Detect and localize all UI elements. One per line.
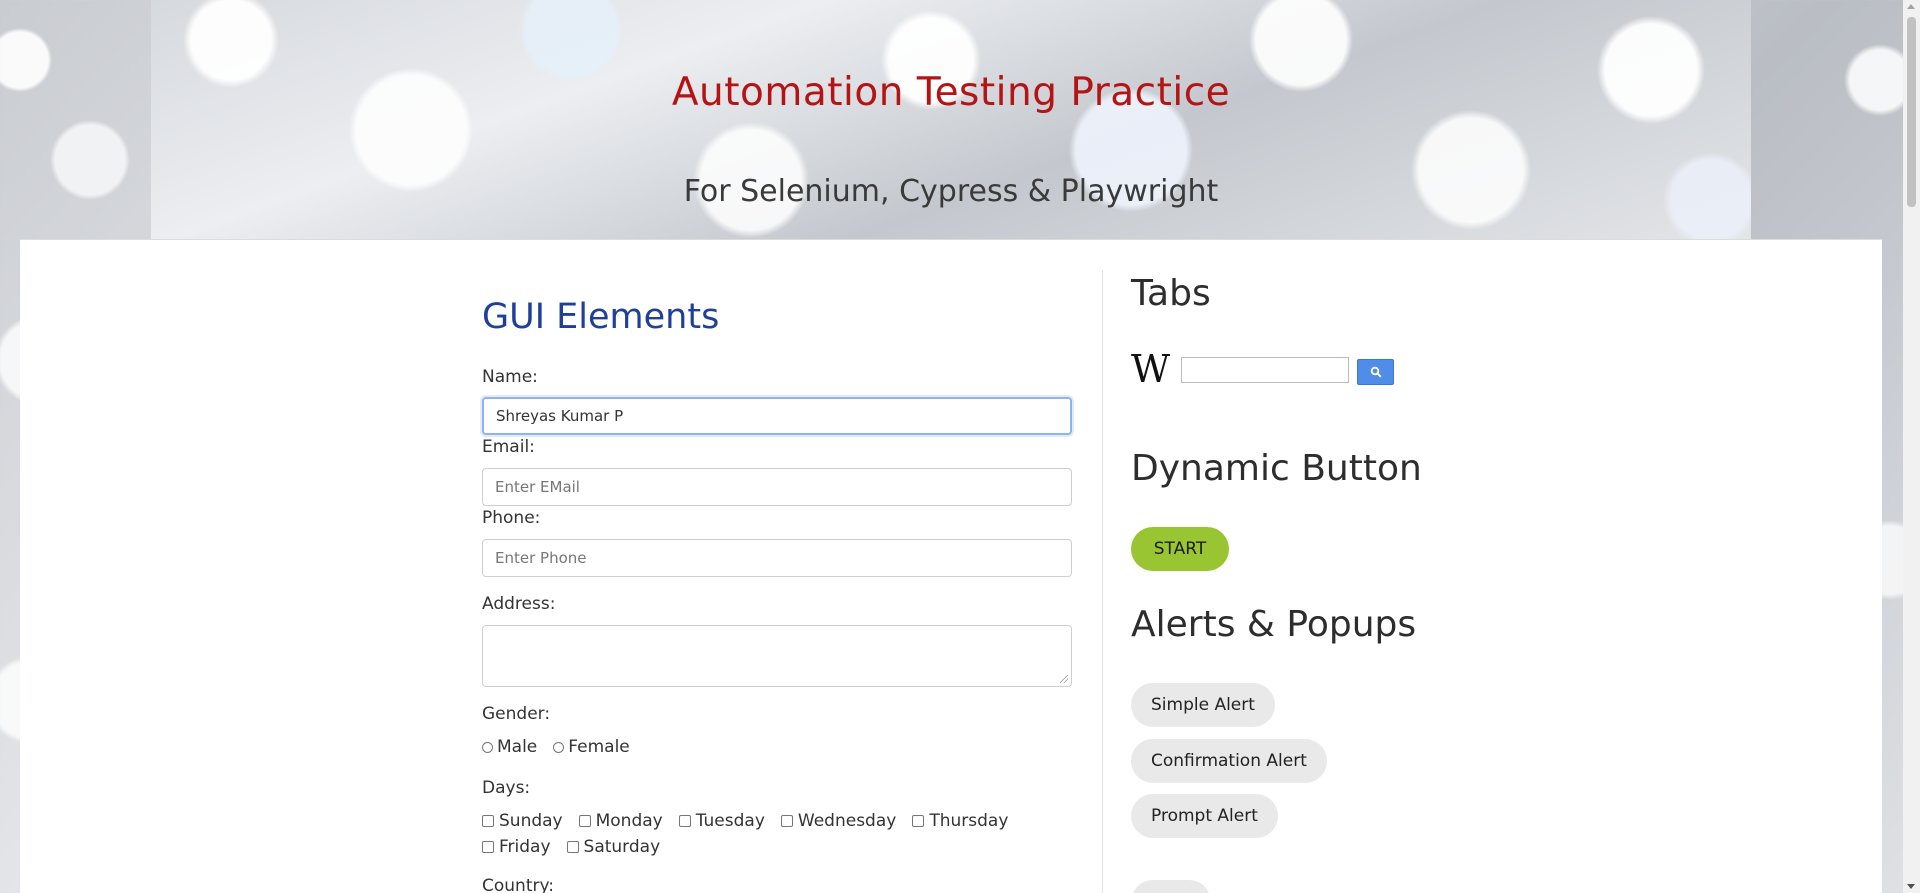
tabs-heading: Tabs [1131, 273, 1211, 314]
day-monday-option[interactable]: Monday [578, 811, 663, 831]
saturday-label: Saturday [583, 837, 661, 857]
name-input[interactable] [482, 397, 1072, 435]
prompt-alert-button[interactable]: Prompt Alert [1131, 794, 1278, 838]
monday-checkbox[interactable] [578, 815, 591, 827]
scroll-down-arrow-icon[interactable] [1907, 884, 1915, 889]
saturday-checkbox[interactable] [566, 841, 579, 853]
page-subtitle: For Selenium, Cypress & Playwright [683, 174, 1219, 209]
simple-alert-button[interactable]: Simple Alert [1131, 683, 1275, 727]
thursday-checkbox[interactable] [912, 815, 925, 827]
page-header: Automation Testing Practice For Selenium… [151, 0, 1751, 239]
wikipedia-logo-icon: W [1131, 347, 1171, 391]
sidebar-widgets: Tabs W Dynamic Button START Alerts & Pop… [1131, 240, 1631, 893]
days-row-1: Sunday Monday Tuesday Wednesday Thursday [482, 811, 1024, 831]
scroll-thumb[interactable] [1907, 17, 1916, 207]
female-radio[interactable] [553, 741, 565, 753]
gender-male-option[interactable]: Male [482, 737, 537, 757]
gender-label: Gender: [482, 704, 551, 724]
column-divider [1102, 270, 1103, 893]
male-label: Male [497, 737, 538, 757]
address-label: Address: [482, 594, 556, 614]
day-friday-option[interactable]: Friday [482, 837, 551, 857]
male-radio[interactable] [482, 741, 493, 753]
gender-options: Male Female [482, 737, 646, 757]
tuesday-checkbox[interactable] [678, 815, 691, 827]
page-title: Automation Testing Practice [671, 70, 1231, 115]
magnifier-icon [1370, 366, 1382, 378]
next-section-button-partial[interactable] [1131, 880, 1211, 893]
tuesday-label: Tuesday [695, 811, 765, 831]
email-input[interactable] [482, 468, 1072, 506]
phone-input[interactable] [482, 539, 1072, 577]
wednesday-label: Wednesday [797, 811, 897, 831]
wikipedia-search-button[interactable] [1357, 359, 1394, 385]
friday-checkbox[interactable] [482, 841, 494, 853]
alerts-popups-heading: Alerts & Popups [1131, 604, 1417, 645]
start-button[interactable]: START [1131, 527, 1229, 571]
sunday-checkbox[interactable] [482, 815, 494, 827]
email-label: Email: [482, 437, 535, 457]
day-saturday-option[interactable]: Saturday [566, 837, 661, 857]
name-label: Name: [482, 367, 538, 387]
phone-label: Phone: [482, 508, 541, 528]
country-label: Country: [482, 876, 555, 893]
friday-label: Friday [499, 837, 551, 857]
thursday-label: Thursday [929, 811, 1009, 831]
page-scrollbar[interactable] [1903, 0, 1920, 893]
resize-grip-icon[interactable] [1060, 675, 1068, 683]
gender-female-option[interactable]: Female [553, 737, 630, 757]
scroll-up-arrow-icon[interactable] [1907, 4, 1915, 9]
days-row-2: Friday Saturday [482, 837, 676, 857]
day-sunday-option[interactable]: Sunday [482, 811, 563, 831]
wikipedia-search-input[interactable] [1181, 357, 1349, 383]
monday-label: Monday [595, 811, 663, 831]
gui-elements-heading: GUI Elements [482, 297, 720, 337]
day-thursday-option[interactable]: Thursday [912, 811, 1008, 831]
wednesday-checkbox[interactable] [780, 815, 793, 827]
main-content: GUI Elements Name: Email: Phone: Address… [20, 239, 1882, 893]
confirmation-alert-button[interactable]: Confirmation Alert [1131, 739, 1327, 783]
sunday-label: Sunday [499, 811, 563, 831]
dynamic-button-heading: Dynamic Button [1131, 448, 1422, 489]
female-label: Female [568, 737, 630, 757]
day-tuesday-option[interactable]: Tuesday [678, 811, 765, 831]
address-textarea[interactable] [482, 625, 1072, 687]
day-wednesday-option[interactable]: Wednesday [780, 811, 897, 831]
days-label: Days: [482, 778, 531, 798]
gui-elements-section: GUI Elements Name: Email: Phone: Address… [482, 240, 1092, 893]
